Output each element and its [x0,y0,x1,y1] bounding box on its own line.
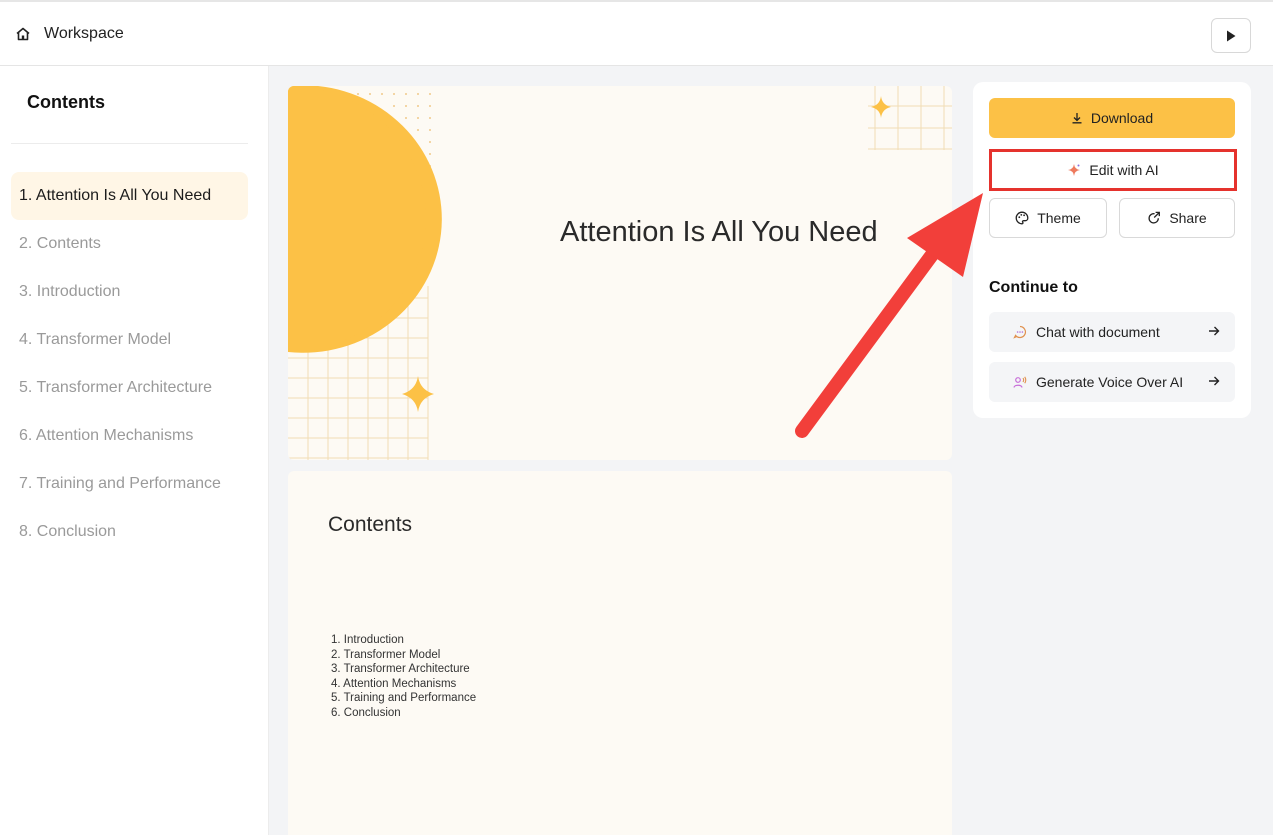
slide-contents-item: 5. Training and Performance [331,692,477,705]
chat-icon [1013,325,1026,339]
slide-contents-list: 1. Introduction 2. Transformer Model 3. … [331,633,476,721]
toc-item-conclusion[interactable]: 8. Conclusion [11,508,248,556]
slide-title-text: Attention Is All You Need [560,216,878,248]
toc-item-training-performance[interactable]: 7. Training and Performance [11,460,248,508]
edit-with-ai-label: Edit with AI [1089,162,1159,178]
top-bar: Workspace [0,0,1273,66]
slide-contents-item: 3. Transformer Architecture [331,663,470,676]
toc-list: 1. Attention Is All You Need 2. Contents… [11,172,248,556]
share-icon [1148,211,1161,224]
actions-panel: Download Edit with AI Theme Share Contin… [973,82,1251,418]
share-button[interactable]: Share [1119,198,1235,238]
slide-title[interactable]: Attention Is All You Need [288,86,952,460]
slide-contents-item: 2. Transformer Model [331,648,441,661]
toc-item-transformer-model[interactable]: 4. Transformer Model [11,316,248,364]
sidebar-title: Contents [27,92,105,112]
chat-with-document-button[interactable]: Chat with document [989,312,1235,352]
generate-voice-over-button[interactable]: Generate Voice Over AI [989,362,1235,402]
slide-contents-item: 1. Introduction [331,634,404,646]
workspace-title[interactable]: Workspace [44,25,124,43]
theme-button[interactable]: Theme [989,198,1107,238]
sidebar-divider [11,143,248,144]
toc-item-introduction[interactable]: 3. Introduction [11,268,248,316]
slide-decoration [288,86,952,460]
toc-item-contents[interactable]: 2. Contents [11,220,248,268]
palette-icon [1015,211,1029,225]
chat-with-document-label: Chat with document [1036,324,1160,340]
toc-item-transformer-architecture[interactable]: 5. Transformer Architecture [11,364,248,412]
theme-label: Theme [1037,210,1081,226]
continue-heading: Continue to [989,279,1078,296]
generate-voice-over-label: Generate Voice Over AI [1036,374,1184,390]
home-icon[interactable] [15,26,31,42]
play-icon [1227,30,1236,41]
toc-item-attention-mechanisms[interactable]: 6. Attention Mechanisms [11,412,248,460]
edit-with-ai-button[interactable]: Edit with AI [989,149,1237,191]
slide-contents-heading: Contents [328,513,413,536]
voice-icon [1013,376,1027,388]
slide-contents-item: 4. Attention Mechanisms [331,677,457,690]
download-label: Download [1090,110,1154,126]
sparkle-icon [1068,164,1081,176]
share-label: Share [1169,210,1207,226]
present-button[interactable] [1211,18,1251,53]
arrow-right-icon [1209,376,1220,386]
arrow-right-icon [1209,326,1220,336]
slide-contents[interactable]: Contents 1. Introduction 2. Transformer … [288,471,952,835]
toc-item-attention[interactable]: 1. Attention Is All You Need [11,172,248,220]
download-button[interactable]: Download [989,98,1235,138]
slide-contents-item: 6. Conclusion [331,706,401,719]
download-icon [1072,113,1082,124]
sidebar: Contents 1. Attention Is All You Need 2.… [0,66,269,835]
